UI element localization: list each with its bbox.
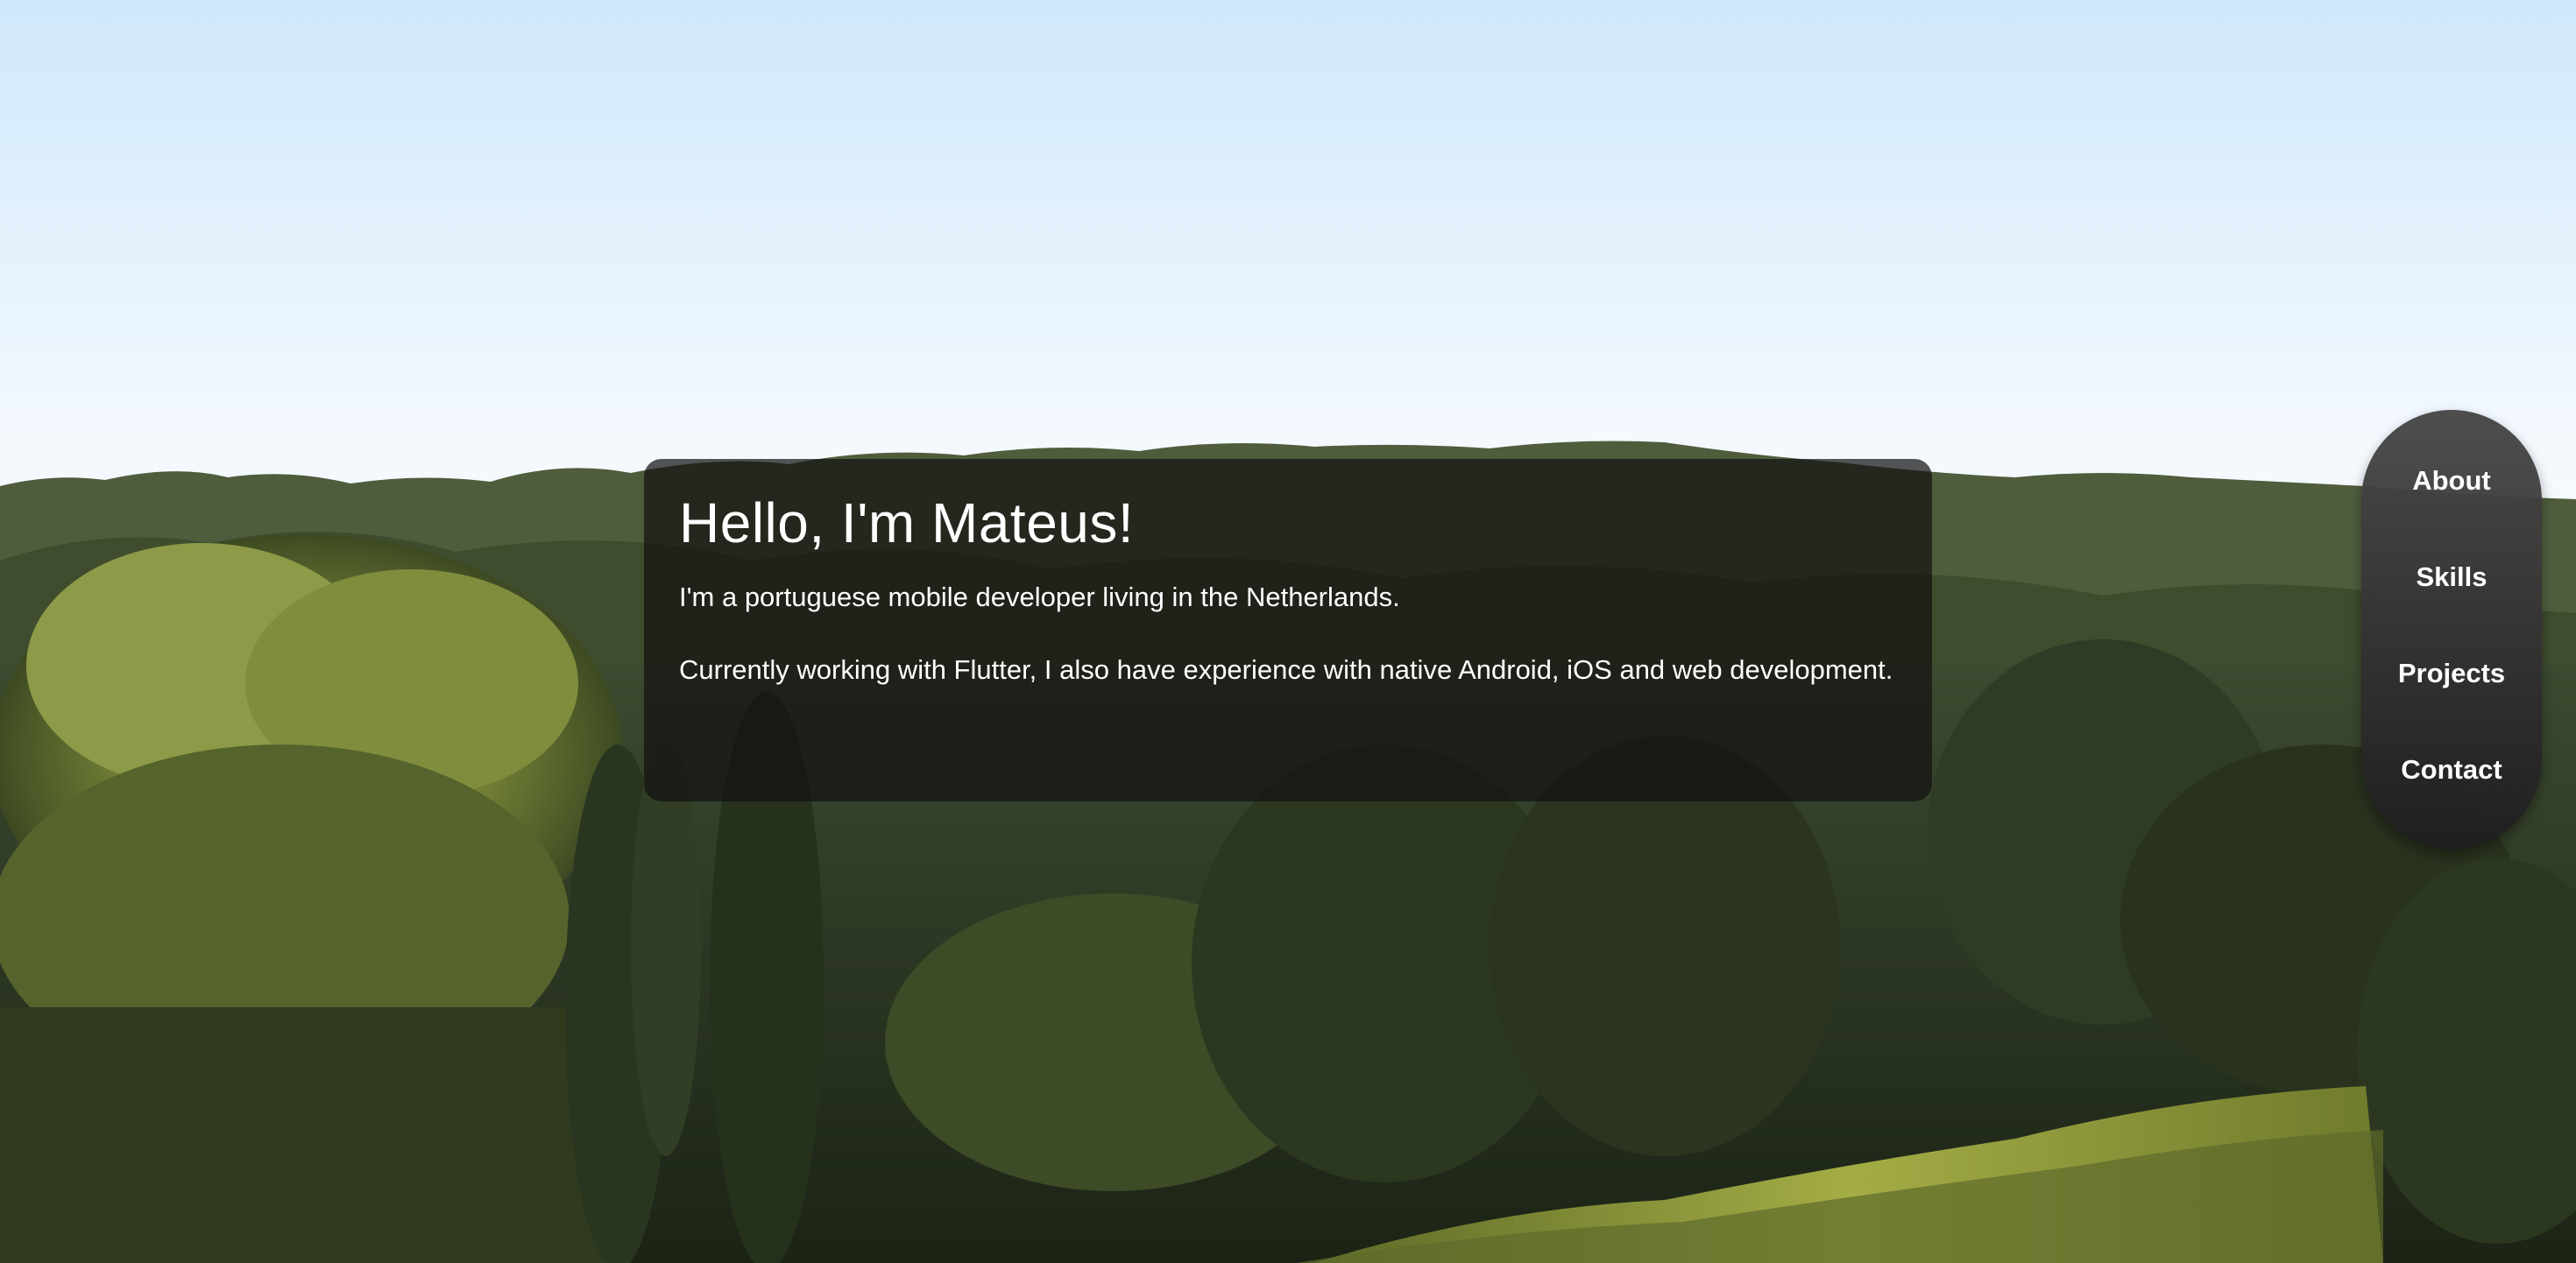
intro-card: Hello, I'm Mateus! I'm a portuguese mobi… <box>644 459 1932 801</box>
intro-paragraph: I'm a portuguese mobile developer living… <box>679 582 1400 613</box>
nav-link-skills[interactable]: Skills <box>2361 561 2542 657</box>
page-title: Hello, I'm Mateus! <box>679 491 1135 554</box>
page: Hello, I'm Mateus! I'm a portuguese mobi… <box>0 0 2576 1263</box>
nav-link-about[interactable]: About <box>2361 464 2542 561</box>
experience-paragraph: Currently working with Flutter, I also h… <box>679 654 1893 686</box>
side-navigation: About Skills Projects Contact <box>2361 410 2542 850</box>
nav-link-projects[interactable]: Projects <box>2361 657 2542 753</box>
nav-link-contact[interactable]: Contact <box>2361 753 2542 850</box>
